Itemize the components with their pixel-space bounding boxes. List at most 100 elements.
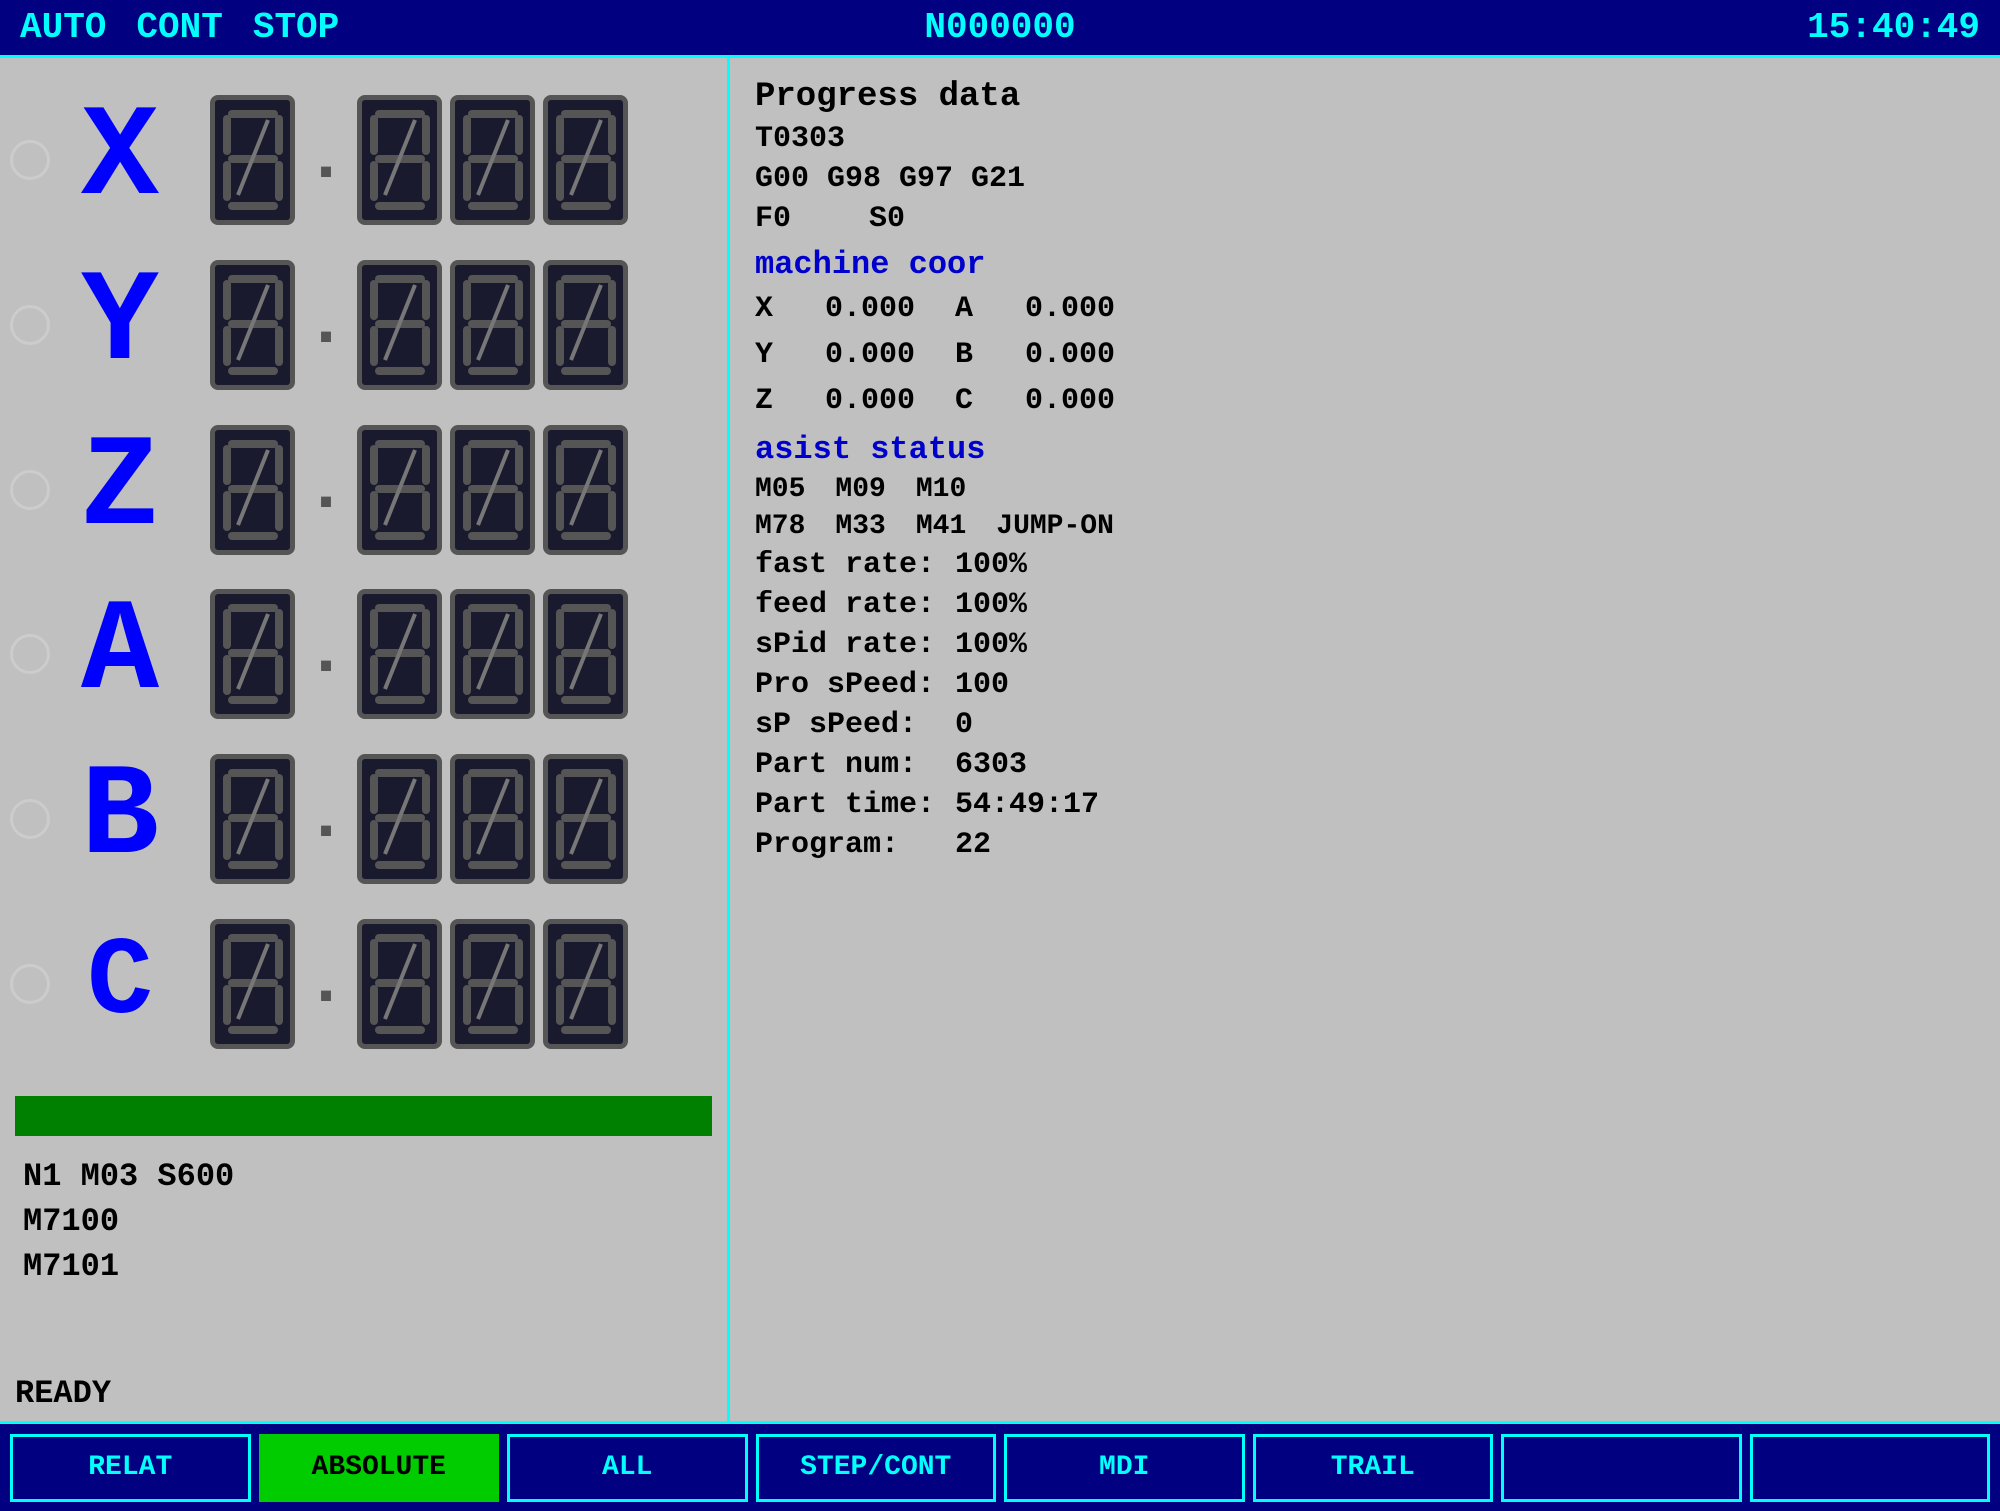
- sp-speed-row: sP sPeed: 0: [755, 708, 1975, 742]
- axis-circle-y: [10, 305, 50, 345]
- tab-empty-1[interactable]: [1501, 1434, 1742, 1502]
- assist-m05: M05: [755, 474, 805, 505]
- assist-row-1: M05 M09 M10: [755, 474, 1975, 505]
- digit: [450, 95, 535, 225]
- header-left: AUTO CONT STOP: [20, 7, 339, 48]
- feed-rate-row: feed rate: 100%: [755, 588, 1975, 622]
- assist-m33: M33: [835, 511, 885, 542]
- left-panel: X .: [0, 58, 730, 1421]
- tab-empty-2[interactable]: [1750, 1434, 1991, 1502]
- tab-all[interactable]: ALL: [507, 1434, 748, 1502]
- digit: [357, 425, 442, 555]
- decimal-sep: .: [305, 949, 347, 1019]
- digit: [543, 260, 628, 390]
- coord-val-y: 0.000: [795, 338, 915, 372]
- axis-label-x: X: [60, 95, 180, 225]
- coord-row-y: Y 0.000 B 0.000: [755, 335, 1975, 375]
- assist-jump: JUMP-ON: [996, 511, 1114, 542]
- header-bar: AUTO CONT STOP N000000 15:40:49: [0, 0, 2000, 58]
- digit: [210, 754, 295, 884]
- axis-label-z: Z: [60, 425, 180, 555]
- progress-bar: [15, 1096, 712, 1136]
- coord-label-z: Z: [755, 384, 785, 418]
- program-number: N000000: [924, 7, 1075, 48]
- fast-rate-label: fast rate:: [755, 548, 955, 582]
- decimal-sep: .: [305, 784, 347, 854]
- status-text: READY: [15, 1375, 111, 1412]
- coord-label-y: Y: [755, 338, 785, 372]
- axis-circle-b: [10, 799, 50, 839]
- program-value: 22: [955, 828, 991, 862]
- coord-label-x: X: [755, 292, 785, 326]
- spid-rate-label: sPid rate:: [755, 628, 955, 662]
- part-num-value: 6303: [955, 748, 1027, 782]
- digit: [543, 919, 628, 1049]
- s-value: S0: [869, 202, 905, 236]
- axis-row-y: Y .: [10, 250, 717, 400]
- coord-row-z: Z 0.000 C 0.000: [755, 381, 1975, 421]
- coord-val-c: 0.000: [995, 384, 1115, 418]
- digit: [210, 260, 295, 390]
- pro-speed-value: 100: [955, 668, 1009, 702]
- tab-mdi[interactable]: MDI: [1004, 1434, 1245, 1502]
- assist-m09: M09: [835, 474, 885, 505]
- digit: [357, 260, 442, 390]
- spid-rate-value: 100%: [955, 628, 1027, 662]
- tab-trail[interactable]: TRAIL: [1253, 1434, 1494, 1502]
- tab-relat[interactable]: RELAT: [10, 1434, 251, 1502]
- digit: [357, 589, 442, 719]
- pro-speed-label: Pro sPeed:: [755, 668, 955, 702]
- axis-circle-a: [10, 634, 50, 674]
- digit: [357, 919, 442, 1049]
- digit: [450, 919, 535, 1049]
- coord-val-a: 0.000: [995, 292, 1115, 326]
- fast-rate-value: 100%: [955, 548, 1027, 582]
- axis-row-z: Z .: [10, 415, 717, 565]
- digit: [543, 589, 628, 719]
- sp-speed-value: 0: [955, 708, 973, 742]
- axis-circle-x: [10, 140, 50, 180]
- axis-row-b: B .: [10, 744, 717, 894]
- axis-label-y: Y: [60, 260, 180, 390]
- machine-coor-title: machine coor: [755, 246, 1975, 283]
- right-panel: Progress data T0303 G00 G98 G97 G21 F0 S…: [730, 58, 2000, 1421]
- code-line-2: M7100: [15, 1201, 712, 1242]
- fs-info: F0 S0: [755, 202, 1975, 236]
- axis-circle-c: [10, 964, 50, 1004]
- axis-circle-z: [10, 470, 50, 510]
- code-line-3: M7101: [15, 1246, 712, 1287]
- axis-label-b: B: [60, 754, 180, 884]
- digit: [357, 754, 442, 884]
- part-time-row: Part time: 54:49:17: [755, 788, 1975, 822]
- coord-label-c: C: [955, 384, 985, 418]
- sp-speed-label: sP sPeed:: [755, 708, 955, 742]
- digit: [210, 425, 295, 555]
- assist-row-2: M78 M33 M41 JUMP-ON: [755, 511, 1975, 542]
- assist-m10: M10: [916, 474, 966, 505]
- coord-val-x: 0.000: [795, 292, 915, 326]
- coord-val-z: 0.000: [795, 384, 915, 418]
- digit: [357, 95, 442, 225]
- mode-auto: AUTO: [20, 7, 106, 48]
- digit: [210, 589, 295, 719]
- feed-rate-value: 100%: [955, 588, 1027, 622]
- progress-data-title: Progress data: [755, 78, 1975, 116]
- digit: [543, 425, 628, 555]
- digit: [450, 425, 535, 555]
- assist-m41: M41: [916, 511, 966, 542]
- program-label: Program:: [755, 828, 955, 862]
- tab-absolute[interactable]: ABSOLUTE: [259, 1434, 500, 1502]
- f-value: F0: [755, 202, 791, 236]
- axis-row-x: X .: [10, 85, 717, 235]
- coord-val-b: 0.000: [995, 338, 1115, 372]
- code-line-1: N1 M03 S600: [15, 1156, 712, 1197]
- tab-step-cont[interactable]: STEP/CONT: [756, 1434, 997, 1502]
- tool-info: T0303: [755, 122, 1975, 156]
- axis-value-y: .: [210, 260, 628, 390]
- tab-bar: RELAT ABSOLUTE ALL STEP/CONT MDI TRAIL: [0, 1421, 2000, 1511]
- fast-rate-row: fast rate: 100%: [755, 548, 1975, 582]
- part-num-label: Part num:: [755, 748, 955, 782]
- decimal-sep: .: [305, 290, 347, 360]
- decimal-sep: .: [305, 125, 347, 195]
- progress-bar-area: [0, 1086, 727, 1146]
